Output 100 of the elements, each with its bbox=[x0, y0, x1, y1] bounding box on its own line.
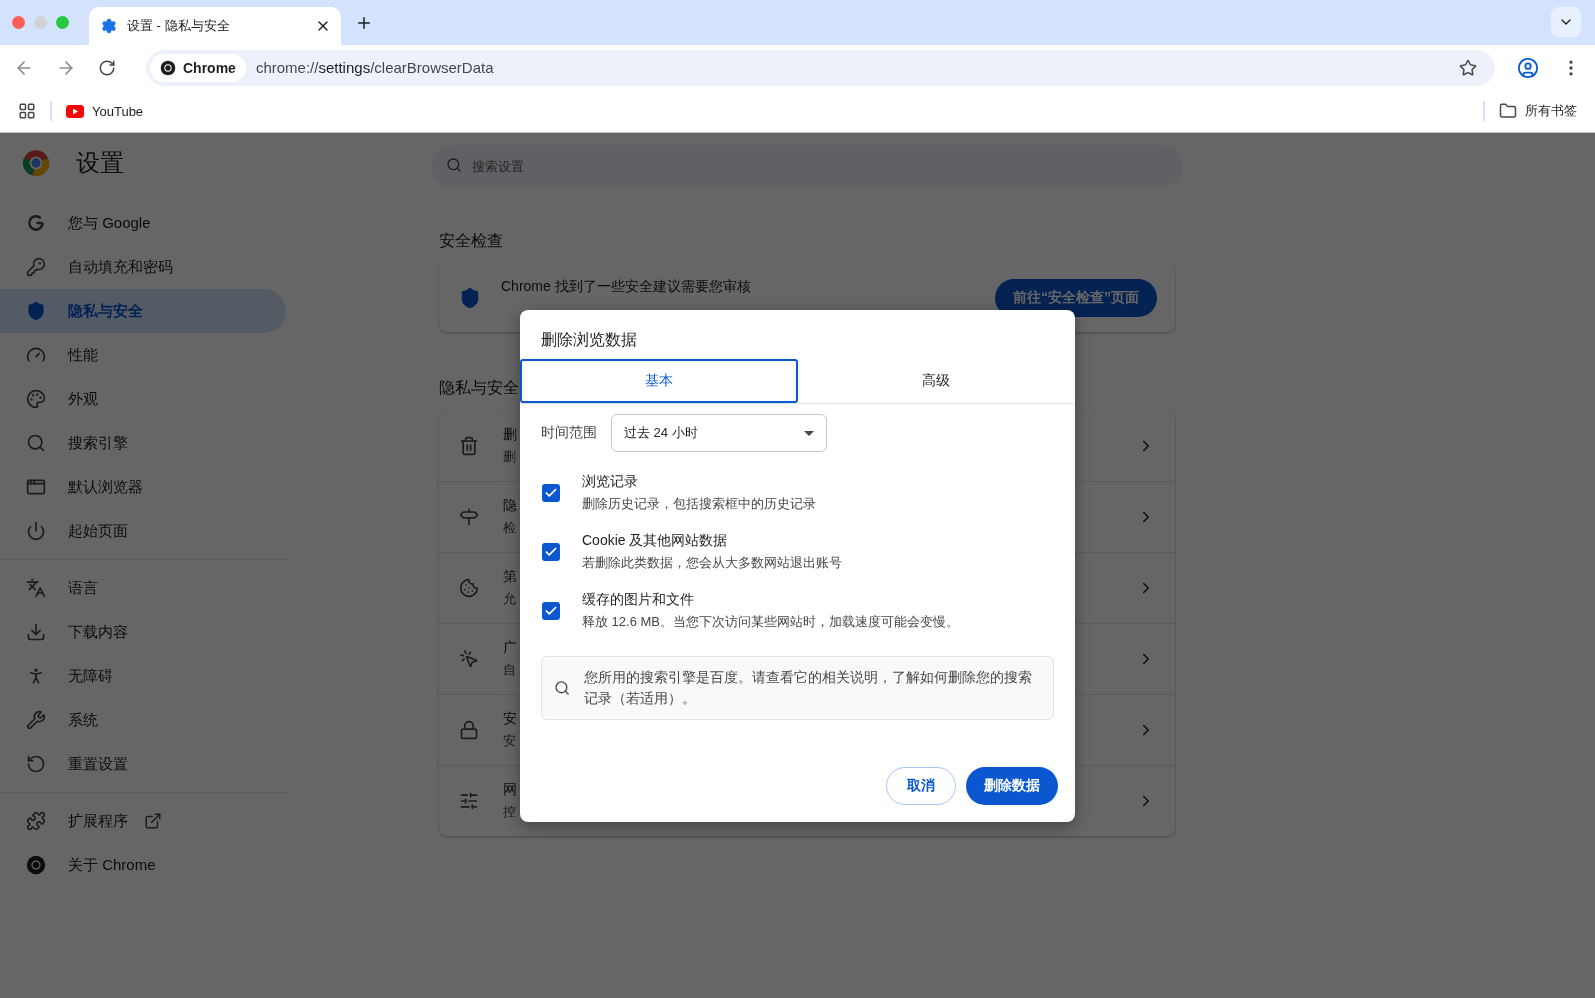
cursor-click-icon bbox=[459, 649, 479, 669]
palette-icon bbox=[26, 389, 46, 409]
option-description: 若删除此类数据，您会从大多数网站退出账号 bbox=[582, 554, 842, 572]
safety-check-button[interactable]: 前往“安全检查”页面 bbox=[995, 279, 1157, 317]
section-heading: 安全检查 bbox=[439, 231, 503, 251]
safety-message: Chrome 找到了一些安全建议需要您审核 bbox=[501, 278, 752, 296]
sidebar-item-label: 性能 bbox=[68, 345, 98, 365]
search-icon bbox=[446, 157, 462, 173]
dialog-tab[interactable]: 基本 bbox=[520, 359, 798, 403]
reset-icon bbox=[26, 754, 46, 774]
cookie-icon bbox=[459, 578, 479, 598]
sidebar-item[interactable]: 起始页面 bbox=[0, 509, 286, 553]
sidebar-item-label: 无障碍 bbox=[68, 666, 113, 686]
sidebar-item[interactable]: 默认浏览器 bbox=[0, 465, 286, 509]
row-subtitle: 检 bbox=[503, 519, 516, 537]
sidebar-item[interactable]: 语言 bbox=[0, 566, 286, 610]
chrome-icon bbox=[26, 855, 46, 875]
bookmark-star-icon[interactable] bbox=[1459, 58, 1477, 77]
row-title[interactable]: 网 bbox=[503, 781, 517, 799]
all-bookmarks-button[interactable]: 所有书签 bbox=[1499, 102, 1577, 120]
notice-text: 您所用的搜索引擎是百度。请查看它的相关说明，了解如何删除您的搜索记录（若适用）。 bbox=[584, 668, 1034, 708]
sidebar-item[interactable]: 外观 bbox=[0, 377, 286, 421]
puzzle-icon bbox=[26, 811, 46, 831]
sidebar-item-label: 搜索引擎 bbox=[68, 433, 128, 453]
bookmark-link[interactable]: YouTube bbox=[66, 103, 144, 119]
option-description: 释放 12.6 MB。当您下次访问某些网站时，加载速度可能会变慢。 bbox=[582, 613, 960, 631]
sidebar-item-label: 关于 Chrome bbox=[68, 855, 156, 875]
chrome-logo-icon bbox=[22, 149, 50, 177]
check-icon bbox=[544, 604, 558, 618]
row-title[interactable]: 第 bbox=[503, 568, 517, 586]
time-range-dropdown[interactable]: 过去 24 小时 bbox=[611, 414, 827, 452]
sidebar-item[interactable]: 关于 Chrome bbox=[0, 843, 286, 887]
sidebar-item[interactable]: 下载内容 bbox=[0, 610, 286, 654]
close-window-button[interactable] bbox=[12, 16, 25, 29]
sidebar-item[interactable]: 隐私与安全 bbox=[0, 289, 286, 333]
chrome-icon bbox=[160, 59, 176, 76]
power-icon bbox=[26, 521, 46, 541]
sidebar-item[interactable]: 系统 bbox=[0, 698, 286, 742]
row-subtitle: 控 bbox=[503, 803, 516, 821]
row-subtitle: 允 bbox=[503, 590, 516, 608]
dialog-tab[interactable]: 高级 bbox=[797, 359, 1075, 403]
row-subtitle: 安 bbox=[503, 732, 516, 750]
checkbox[interactable] bbox=[542, 602, 560, 620]
google-g-icon bbox=[26, 213, 46, 233]
tab-title: 设置 - 隐私与安全 bbox=[127, 17, 231, 35]
gauge-icon bbox=[26, 345, 46, 365]
sidebar-item[interactable]: 无障碍 bbox=[0, 654, 286, 698]
url-text: chrome://settings/clearBrowserData bbox=[255, 59, 495, 76]
dropdown-arrow-icon bbox=[804, 430, 814, 436]
shield-icon bbox=[459, 287, 481, 309]
page-title: 设置 bbox=[76, 148, 124, 178]
sidebar-item-label: 隐私与安全 bbox=[68, 301, 143, 321]
row-title[interactable]: 广 bbox=[503, 639, 517, 657]
download-icon bbox=[26, 622, 46, 642]
key-icon bbox=[26, 257, 46, 277]
site-chip[interactable]: Chrome bbox=[150, 53, 246, 82]
check-icon bbox=[544, 545, 558, 559]
sidebar-item-label: 扩展程序 bbox=[68, 811, 128, 831]
option-title: 浏览记录 bbox=[582, 473, 638, 491]
settings-icon bbox=[101, 18, 117, 34]
apps-icon[interactable] bbox=[18, 102, 36, 120]
browser-tab[interactable]: 设置 - 隐私与安全 bbox=[89, 7, 341, 45]
checkbox[interactable] bbox=[542, 543, 560, 561]
option-title: 缓存的图片和文件 bbox=[582, 591, 694, 609]
sidebar-item[interactable]: 您与 Google bbox=[0, 201, 286, 245]
sidebar-item-label: 重置设置 bbox=[68, 754, 128, 774]
lock-icon bbox=[459, 720, 479, 740]
translate-icon bbox=[26, 578, 46, 598]
row-subtitle: 删 bbox=[503, 448, 516, 466]
wrench-icon bbox=[26, 710, 46, 730]
search-field[interactable]: 搜索设置 bbox=[432, 145, 1182, 187]
address-bar[interactable]: Chrome chrome://settings/clearBrowserData bbox=[146, 49, 1495, 86]
profile-icon[interactable] bbox=[1517, 56, 1539, 79]
sidebar-item[interactable]: 自动填充和密码 bbox=[0, 245, 286, 289]
row-title[interactable]: 隐 bbox=[503, 497, 517, 515]
row-title[interactable]: 安 bbox=[503, 710, 517, 728]
sidebar-item[interactable]: 重置设置 bbox=[0, 742, 286, 786]
sidebar-item-label: 语言 bbox=[68, 578, 98, 598]
video-play-icon bbox=[66, 104, 84, 118]
row-title[interactable]: 删 bbox=[503, 426, 517, 444]
signpost-icon bbox=[459, 507, 479, 527]
sidebar-item-label: 下载内容 bbox=[68, 622, 128, 642]
sidebar-item-label: 您与 Google bbox=[68, 213, 151, 233]
sidebar-item[interactable]: 扩展程序 bbox=[0, 799, 286, 843]
shield-icon bbox=[26, 301, 46, 321]
reload-icon[interactable] bbox=[98, 58, 116, 77]
trash-icon bbox=[459, 436, 479, 456]
delete-data-button[interactable]: 删除数据 bbox=[966, 767, 1058, 805]
cancel-button[interactable]: 取消 bbox=[886, 767, 956, 805]
sidebar-item[interactable]: 搜索引擎 bbox=[0, 421, 286, 465]
sidebar-item[interactable]: 性能 bbox=[0, 333, 286, 377]
time-range-label: 时间范围 bbox=[541, 424, 597, 442]
section-heading: 隐私与安全 bbox=[439, 378, 519, 398]
tab-search-button[interactable] bbox=[1551, 7, 1581, 37]
row-subtitle: 自 bbox=[503, 661, 516, 679]
sliders-icon bbox=[459, 791, 479, 811]
checkbox[interactable] bbox=[542, 484, 560, 502]
sidebar-item-label: 起始页面 bbox=[68, 521, 128, 541]
option-title: Cookie 及其他网站数据 bbox=[582, 532, 728, 550]
search-icon bbox=[26, 433, 46, 453]
